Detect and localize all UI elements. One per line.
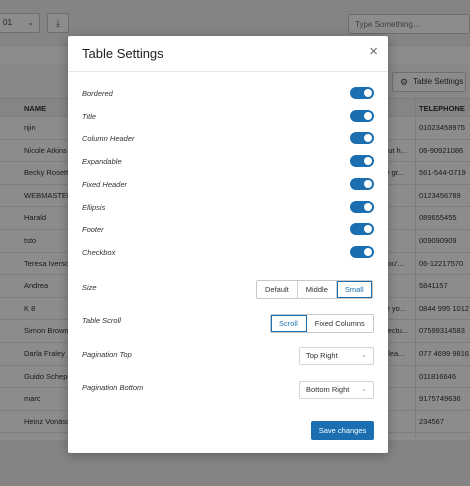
column-header-toggle[interactable] [350, 132, 374, 145]
table-scroll-label: Table Scroll [82, 316, 121, 325]
ellipsis-label: Ellipsis [82, 202, 106, 212]
size-option-default[interactable]: Default [257, 281, 298, 298]
title-toggle[interactable] [350, 109, 374, 122]
pagination-top-label: Pagination Top [82, 350, 132, 359]
pagination-top-value: Top Right [306, 351, 338, 360]
save-changes-button[interactable]: Save changes [311, 421, 374, 440]
title-label: Title [82, 111, 97, 121]
close-icon[interactable]: × [369, 43, 378, 60]
checkbox-toggle[interactable] [350, 245, 374, 258]
toggle-knob [364, 89, 372, 97]
fixed-header-toggle[interactable] [350, 177, 374, 190]
chevron-down-icon: ⌄ [361, 352, 367, 359]
checkbox-label: Checkbox [82, 247, 116, 257]
table-settings-modal: Table Settings × Bordered Title Column Hea… [68, 36, 388, 453]
toggle-knob [364, 134, 372, 143]
toggle-knob [364, 225, 372, 234]
toggle-knob [364, 179, 372, 188]
pagination-bottom-label: Pagination Bottom [82, 383, 144, 392]
size-label: Size [82, 283, 97, 292]
modal-title: Table Settings [82, 46, 164, 61]
fixed-header-label: Fixed Header [82, 179, 128, 189]
size-segmented-control: Default Middle Small [256, 280, 373, 299]
pagination-bottom-value: Bottom Right [306, 385, 350, 394]
toggle-knob [364, 157, 372, 166]
chevron-down-icon: ⌄ [361, 386, 367, 393]
toggle-knob [364, 111, 372, 120]
toggle-knob [364, 247, 372, 256]
pagination-top-select[interactable]: Top Right ⌄ [299, 347, 374, 365]
expandable-label: Expandable [82, 157, 122, 167]
toggle-knob [364, 202, 372, 211]
expandable-toggle[interactable] [350, 155, 374, 168]
size-option-small[interactable]: Small [336, 281, 372, 298]
table-scroll-segmented-control: Scroll Fixed Columns [270, 314, 374, 333]
modal-header: Table Settings × [68, 36, 388, 72]
scroll-option-scroll[interactable]: Scroll [271, 315, 307, 332]
column-header-label: Column Header [82, 134, 135, 144]
size-option-middle[interactable]: Middle [297, 281, 337, 298]
bordered-label: Bordered [82, 89, 113, 98]
footer-label: Footer [82, 225, 104, 235]
scroll-option-fixed-columns[interactable]: Fixed Columns [306, 315, 373, 332]
pagination-bottom-select[interactable]: Bottom Right ⌄ [299, 381, 374, 399]
footer-toggle[interactable] [350, 223, 374, 236]
ellipsis-toggle[interactable] [350, 200, 374, 213]
bordered-toggle[interactable] [350, 87, 374, 99]
